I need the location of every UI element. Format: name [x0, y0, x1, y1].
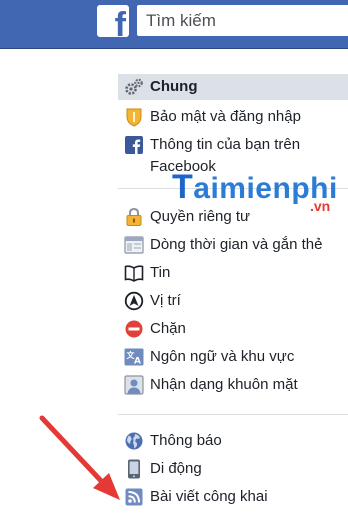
search-input[interactable]	[137, 5, 348, 36]
menu-item-notifications[interactable]: Thông báo	[118, 428, 348, 454]
facebook-logo-letter: f	[114, 6, 126, 37]
facebook-logo[interactable]: f	[97, 5, 129, 37]
svg-text:A: A	[134, 357, 141, 367]
menu-item-your-facebook-info[interactable]: Thông tin của bạn trên Facebook	[118, 132, 348, 178]
menu-item-public-posts[interactable]: Bài viết công khai	[118, 484, 348, 510]
menu-item-label: Nhận dạng khuôn mặt	[150, 376, 298, 393]
shield-icon	[124, 107, 144, 127]
menu-item-language-region[interactable]: 文 A Ngôn ngữ và khu vực	[118, 344, 348, 370]
menu-item-location[interactable]: Vị trí	[118, 288, 348, 314]
gear-icon	[124, 77, 144, 97]
language-icon: 文 A	[124, 347, 144, 367]
menu-item-mobile[interactable]: Di động	[118, 456, 348, 482]
menu-item-label: Chặn	[150, 320, 186, 337]
book-icon	[124, 263, 144, 283]
menu-item-label: Chung	[150, 78, 198, 95]
face-recognition-icon	[124, 375, 144, 395]
facebook-icon	[124, 135, 144, 155]
menu-item-label: Tin	[150, 264, 171, 281]
menu-item-stories[interactable]: Tin	[118, 260, 348, 286]
top-navigation-bar: f	[0, 0, 348, 49]
menu-item-label: Quyền riêng tư	[150, 208, 251, 225]
rss-icon	[124, 487, 144, 507]
block-icon	[124, 319, 144, 339]
menu-item-label-line2: Facebook	[150, 158, 216, 175]
menu-divider	[118, 188, 348, 189]
menu-item-label: Thông báo	[150, 432, 222, 449]
menu-item-label: Vị trí	[150, 292, 181, 309]
lock-icon	[124, 207, 144, 227]
location-icon	[124, 291, 144, 311]
menu-item-label: Bảo mật và đăng nhập	[150, 108, 301, 125]
timeline-icon	[124, 235, 144, 255]
globe-icon	[124, 431, 144, 451]
menu-item-privacy[interactable]: Quyền riêng tư	[118, 204, 348, 230]
menu-item-label: Di động	[150, 460, 202, 477]
menu-item-general[interactable]: Chung	[118, 74, 348, 100]
menu-item-timeline-tagging[interactable]: Dòng thời gian và gắn thẻ	[118, 232, 348, 258]
menu-item-blocking[interactable]: Chặn	[118, 316, 348, 342]
menu-divider	[118, 414, 348, 415]
menu-item-label: Ngôn ngữ và khu vực	[150, 348, 295, 365]
menu-item-face-recognition[interactable]: Nhận dạng khuôn mặt	[118, 372, 348, 398]
menu-item-label: Dòng thời gian và gắn thẻ	[150, 236, 323, 253]
mobile-icon	[124, 459, 144, 479]
menu-item-security-login[interactable]: Bảo mật và đăng nhập	[118, 104, 348, 130]
menu-item-label: Bài viết công khai	[150, 488, 268, 505]
menu-item-label-line1: Thông tin của bạn trên	[150, 136, 301, 153]
menu-item-label: Thông tin của bạn trên Facebook	[150, 132, 300, 178]
